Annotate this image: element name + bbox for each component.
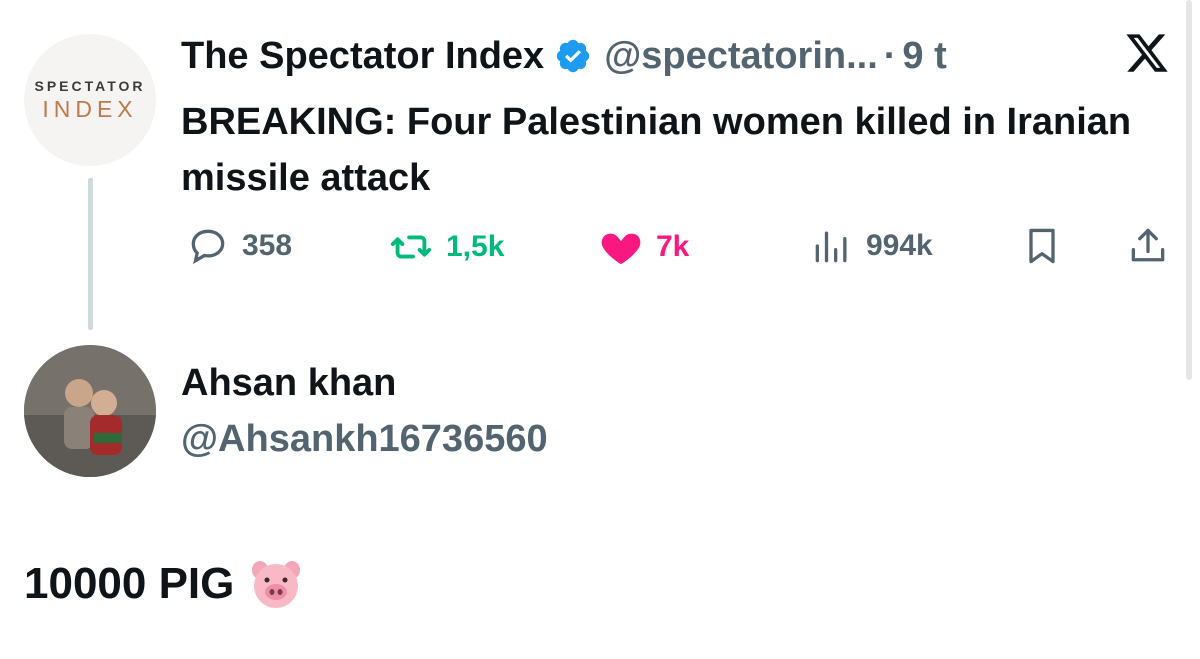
views-count: 994k bbox=[866, 229, 933, 262]
reply-count: 358 bbox=[242, 229, 293, 262]
reply-text-content: 10000 PIG bbox=[24, 559, 235, 608]
separator-dot: · bbox=[883, 34, 897, 77]
post-time[interactable]: 9 t bbox=[902, 35, 946, 78]
author-name[interactable]: The Spectator Index bbox=[181, 35, 544, 78]
reply-button[interactable]: 358 bbox=[186, 224, 292, 268]
logo-text-bottom: INDEX bbox=[42, 95, 138, 122]
bookmark-button[interactable] bbox=[1020, 224, 1064, 268]
heart-icon bbox=[601, 233, 641, 265]
retweet-button[interactable]: 1,5k bbox=[388, 224, 504, 270]
tweet-header: The Spectator Index @spectatorin... · 9 … bbox=[181, 32, 947, 80]
retweet-count: 1,5k bbox=[446, 230, 505, 263]
share-button[interactable] bbox=[1126, 224, 1170, 268]
like-button[interactable]: 7k bbox=[598, 224, 689, 270]
author-handle[interactable]: @spectatorin... bbox=[604, 35, 878, 78]
reply-text: 10000 PIG bbox=[24, 556, 304, 612]
logo-text-top: SPECTATOR bbox=[34, 77, 146, 94]
x-logo-icon bbox=[1126, 34, 1168, 72]
reply-author-handle[interactable]: @Ahsankh16736560 bbox=[181, 418, 548, 461]
share-icon bbox=[1131, 228, 1165, 262]
spectator-index-avatar[interactable]: SPECTATOR INDEX bbox=[24, 34, 156, 166]
tweet-actions-bar: 358 1,5k 7k 994k bbox=[0, 224, 1200, 272]
bookmark-icon bbox=[1029, 228, 1055, 264]
pig-face-icon bbox=[252, 561, 301, 608]
views-icon bbox=[815, 231, 847, 263]
avatar-photo bbox=[24, 345, 156, 477]
like-count: 7k bbox=[656, 230, 690, 263]
reply-author-avatar[interactable] bbox=[24, 345, 156, 477]
tweet-text: BREAKING: Four Palestinian women killed … bbox=[181, 101, 1132, 199]
verified-badge-icon bbox=[556, 39, 590, 73]
reply-icon bbox=[191, 229, 225, 264]
scrollbar[interactable] bbox=[1186, 0, 1192, 380]
retweet-icon bbox=[390, 235, 432, 259]
reply-author-name[interactable]: Ahsan khan bbox=[181, 362, 396, 405]
views-button[interactable]: 994k bbox=[810, 224, 933, 268]
